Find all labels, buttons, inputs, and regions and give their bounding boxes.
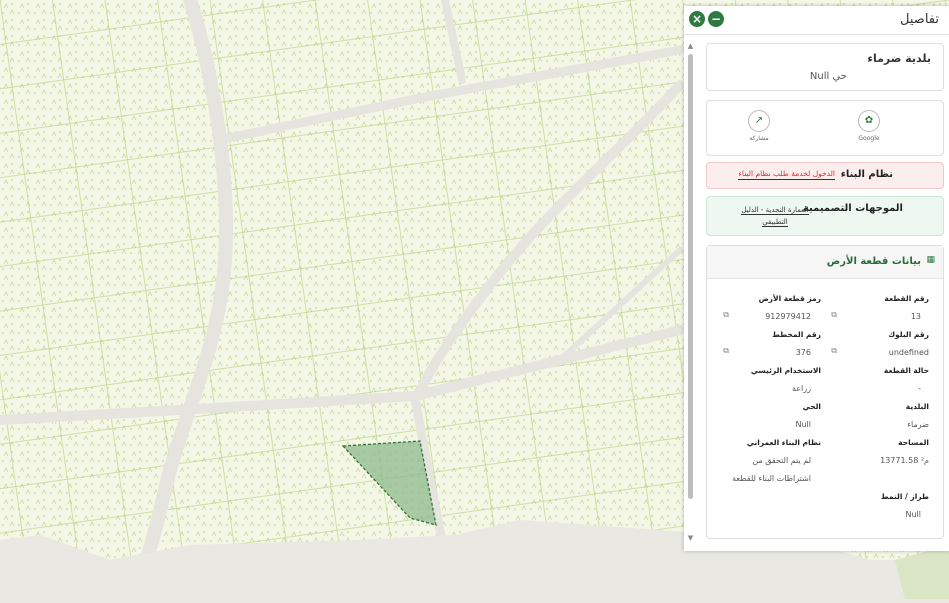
scroll-up-icon[interactable]: ▲: [687, 42, 694, 50]
building-system-link[interactable]: الدخول لخدمة طلب نظام البناء: [738, 169, 835, 180]
copy-parcel-no-icon[interactable]: ⧉: [831, 310, 837, 320]
plan-no-label: رقم المخطط: [772, 330, 821, 339]
municipality-value: ضرماء: [907, 420, 929, 429]
municipality-card: بلدية ضرماء حي Null: [706, 43, 944, 91]
parcel-no-value: 13: [910, 312, 921, 321]
style-label: طراز / النمط: [880, 492, 929, 501]
share-icon: ↗: [748, 110, 770, 132]
main-use-value: زراعة: [791, 384, 811, 393]
parcel-data-header: ▦ بيانات قطعة الأرض: [707, 246, 943, 279]
panel-scrollbar[interactable]: ▲ ▼: [687, 42, 694, 542]
design-guidelines-link-line1: العمارة النجدية - الدليل: [741, 206, 809, 215]
area-value: 13771.58 م²: [880, 456, 929, 465]
municipality-label: البلدية: [905, 402, 929, 411]
details-panel: تفاصيل − × ▲ ▼ بلدية ضرماء حي Null ✿ Goo…: [684, 6, 949, 551]
urban-code-value-line2: اشتراطات البناء للقطعة: [732, 474, 811, 483]
map-icon: ▦: [926, 255, 935, 265]
scroll-down-icon[interactable]: ▼: [687, 534, 694, 542]
style-value: Null: [905, 510, 922, 519]
municipality-title: بلدية ضرماء: [867, 52, 931, 65]
land-code-label: رمز قطعة الأرض: [758, 294, 821, 303]
district-subtitle: حي Null: [809, 71, 847, 82]
copy-plan-no-icon[interactable]: ⧉: [723, 346, 729, 356]
plan-no-value: 376: [795, 348, 811, 357]
copy-land-code-icon[interactable]: ⧉: [723, 310, 729, 320]
urban-code-value-line1: لم يتم التحقق من: [752, 456, 811, 465]
district-value: Null: [795, 420, 812, 429]
parcel-data-card: ▦ بيانات قطعة الأرض رقم القطعة 13 ⧉ رقم …: [706, 245, 944, 539]
google-action[interactable]: ✿ Google: [851, 110, 887, 142]
share-label: مشاركة: [749, 135, 769, 142]
design-guidelines-link[interactable]: العمارة النجدية - الدليل التطبيقي: [725, 204, 825, 228]
design-guidelines-link-line2: التطبيقي: [762, 218, 788, 227]
block-no-label: رقم البلوك: [888, 330, 929, 339]
design-guidelines-card: الموجهات التصميمية العمارة النجدية - الد…: [706, 196, 944, 236]
building-system-label: نظام البناء: [840, 169, 893, 180]
land-code-value: 912979412: [765, 312, 811, 321]
panel-title: تفاصيل: [900, 12, 939, 27]
building-system-card: نظام البناء الدخول لخدمة طلب نظام البناء: [706, 162, 944, 189]
scrollbar-thumb[interactable]: [688, 54, 693, 499]
google-label: Google: [858, 135, 880, 142]
map-pin-icon: ✿: [858, 110, 880, 132]
panel-header: تفاصيل − ×: [684, 6, 949, 35]
area-label: المساحة: [898, 438, 929, 447]
block-no-value: undefined: [888, 348, 929, 357]
minimize-button[interactable]: −: [708, 11, 724, 27]
parcel-status-value: -: [918, 384, 921, 393]
district-label: الحي: [802, 402, 821, 411]
close-button[interactable]: ×: [689, 11, 705, 27]
main-use-label: الاستخدام الرئيسي: [750, 366, 821, 375]
actions-card: ✿ Google ↗ مشاركة: [706, 100, 944, 156]
urban-code-label: نظام البناء العمراني: [746, 438, 821, 447]
copy-block-no-icon[interactable]: ⧉: [831, 346, 837, 356]
parcel-status-label: حالة القطعة: [883, 366, 929, 375]
share-action[interactable]: ↗ مشاركة: [741, 110, 777, 142]
parcel-no-label: رقم القطعة: [884, 294, 929, 303]
parcel-data-title: بيانات قطعة الأرض: [826, 256, 921, 267]
